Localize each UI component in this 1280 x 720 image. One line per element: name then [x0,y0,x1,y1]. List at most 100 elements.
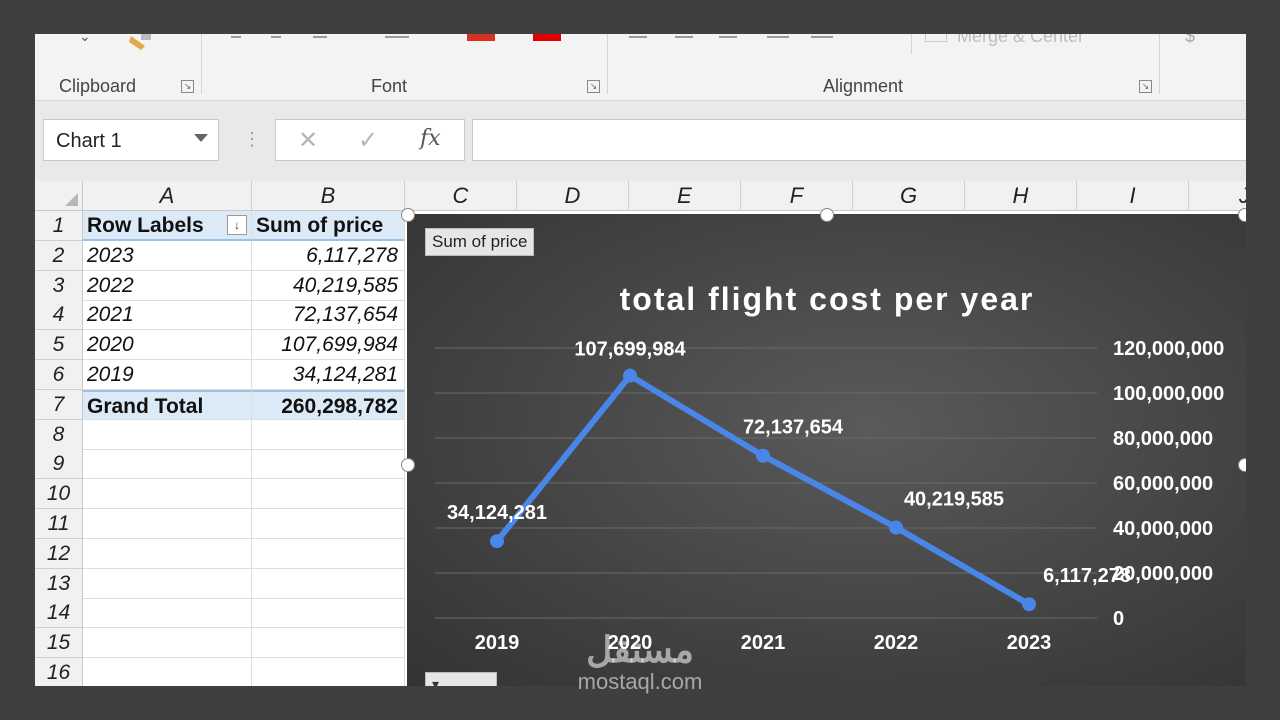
empty-cell[interactable] [83,449,252,480]
axis-field-button[interactable]: ▾ [425,672,497,686]
empty-cell[interactable] [252,598,405,629]
empty-cell[interactable] [252,658,405,686]
empty-cell[interactable] [252,479,405,510]
resize-handle[interactable] [401,458,415,472]
row-header-11[interactable]: 11 [35,509,83,539]
font-color-button[interactable] [533,34,561,41]
resize-handle[interactable] [820,208,834,222]
font-launcher-icon[interactable]: ↘ [587,80,600,93]
row-header-5[interactable]: 5 [35,330,83,361]
insert-function-icon[interactable]: fx [420,126,441,151]
select-all-corner[interactable] [35,181,83,211]
empty-cell[interactable] [83,658,252,686]
column-header-i[interactable]: I [1077,181,1189,211]
row-header-14[interactable]: 14 [35,598,83,629]
fill-color-button[interactable] [467,34,495,41]
formula-input[interactable] [472,119,1246,161]
ribbon-separator [607,34,608,94]
column-header-b[interactable]: B [252,181,405,211]
row-header-7[interactable]: 7 [35,389,83,420]
enter-icon[interactable]: ✓ [358,126,378,155]
column-header-j[interactable]: J [1189,181,1246,211]
pivot-row-value[interactable]: 34,124,281 [252,360,405,390]
more-options-icon[interactable]: ⋮ [243,129,261,150]
row-header-10[interactable]: 10 [35,479,83,510]
row-header-3[interactable]: 3 [35,270,83,301]
ribbon-separator [1159,34,1160,94]
increase-indent-button[interactable] [811,36,833,38]
column-header-h[interactable]: H [965,181,1077,211]
column-header-g[interactable]: G [853,181,965,211]
chevron-down-icon[interactable] [194,134,208,142]
empty-cell[interactable] [83,568,252,599]
name-box[interactable]: Chart 1 [43,119,219,161]
row-header-4[interactable]: 4 [35,300,83,331]
pivot-row-label[interactable]: 2021 [83,300,252,331]
chart-field-button[interactable]: Sum of price [425,228,535,256]
pivot-grand-total-label[interactable]: Grand Total [83,389,252,420]
row-header-12[interactable]: 12 [35,538,83,569]
pivot-grand-total-value[interactable]: 260,298,782 [252,389,405,420]
pivot-header-sum-of-price[interactable]: Sum of price [252,211,405,241]
row-header-9[interactable]: 9 [35,449,83,480]
empty-cell[interactable] [252,509,405,539]
empty-cell[interactable] [252,449,405,480]
column-header-e[interactable]: E [629,181,741,211]
pivot-header-row-labels[interactable]: Row Labels ↓ [83,211,252,241]
empty-cell[interactable] [83,419,252,450]
format-painter-icon[interactable] [127,34,155,50]
resize-handle[interactable] [1238,208,1246,222]
resize-handle[interactable] [1238,458,1246,472]
filter-sort-icon[interactable]: ↓ [227,215,247,235]
empty-cell[interactable] [252,628,405,659]
row-header-8[interactable]: 8 [35,419,83,450]
pivot-row-value[interactable]: 72,137,654 [252,300,405,331]
font-control-fragment[interactable] [231,36,241,38]
data-point [1022,597,1036,612]
underline-button[interactable] [313,36,327,38]
empty-cell[interactable] [83,509,252,539]
pivot-row-value[interactable]: 6,117,278 [252,240,405,271]
pivot-row-label[interactable]: 2019 [83,360,252,390]
data-label: 6,117,278 [1043,565,1131,587]
resize-handle[interactable] [401,208,415,222]
empty-cell[interactable] [83,538,252,569]
pivot-row-value[interactable]: 107,699,984 [252,330,405,361]
align-bottom-button[interactable] [719,36,737,38]
align-middle-button[interactable] [675,36,693,38]
row-header-16[interactable]: 16 [35,658,83,686]
chart-area[interactable]: total flight cost per year 0 20,000,000 40,… [407,214,1246,686]
column-header-f[interactable]: F [741,181,853,211]
column-header-c[interactable]: C [405,181,517,211]
y-tick-label: 60,000,000 [1113,473,1213,495]
column-header-d[interactable]: D [517,181,629,211]
row-header-2[interactable]: 2 [35,240,83,271]
row-header-6[interactable]: 6 [35,360,83,390]
pivot-row-label[interactable]: 2020 [83,330,252,361]
column-header-a[interactable]: A [83,181,252,211]
empty-cell[interactable] [83,479,252,510]
cancel-icon[interactable]: ✕ [298,126,318,155]
decrease-indent-button[interactable] [767,36,789,38]
font-control-fragment[interactable] [271,36,281,38]
align-top-button[interactable] [629,36,647,38]
merge-center-button[interactable]: Merge & Center [957,34,1084,47]
alignment-launcher-icon[interactable]: ↘ [1139,80,1152,93]
data-label: 72,137,654 [743,417,844,439]
number-format-icon[interactable]: $ [1185,34,1195,47]
row-header-13[interactable]: 13 [35,568,83,599]
row-header-15[interactable]: 15 [35,628,83,659]
data-point [623,368,637,383]
empty-cell[interactable] [252,568,405,599]
merge-center-icon[interactable] [925,34,947,42]
pivot-row-label[interactable]: 2023 [83,240,252,271]
row-header-1[interactable]: 1 [35,211,83,241]
empty-cell[interactable] [252,538,405,569]
pivot-row-value[interactable]: 40,219,585 [252,270,405,301]
pivot-row-label[interactable]: 2022 [83,270,252,301]
empty-cell[interactable] [252,419,405,450]
clipboard-launcher-icon[interactable]: ↘ [181,80,194,93]
empty-cell[interactable] [83,598,252,629]
empty-cell[interactable] [83,628,252,659]
border-button[interactable] [385,36,409,38]
